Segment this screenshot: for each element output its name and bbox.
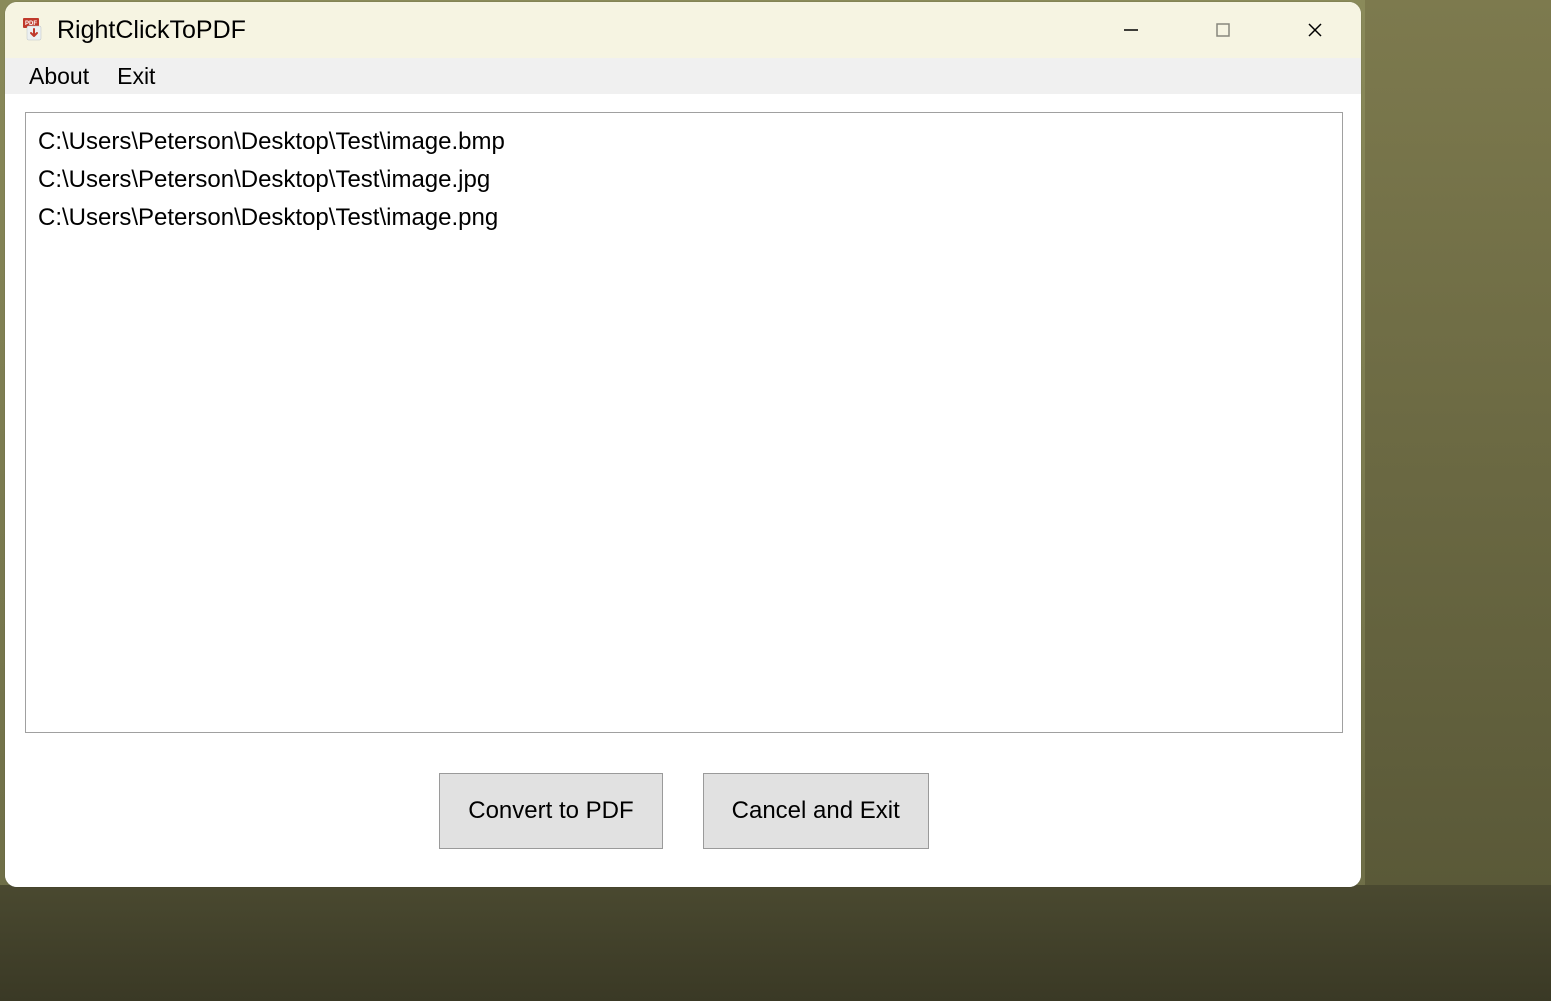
menu-about[interactable]: About: [15, 61, 103, 92]
titlebar[interactable]: PDF RightClickToPDF: [5, 2, 1361, 58]
maximize-icon: [1214, 21, 1232, 39]
close-button[interactable]: [1269, 2, 1361, 58]
file-list[interactable]: C:\Users\Peterson\Desktop\Test\image.bmp…: [25, 112, 1343, 733]
pdf-app-icon: PDF: [21, 17, 47, 43]
convert-button[interactable]: Convert to PDF: [439, 773, 662, 849]
window-controls: [1085, 2, 1361, 58]
file-item[interactable]: C:\Users\Peterson\Desktop\Test\image.png: [38, 199, 1330, 237]
button-row: Convert to PDF Cancel and Exit: [25, 733, 1343, 869]
file-item[interactable]: C:\Users\Peterson\Desktop\Test\image.jpg: [38, 161, 1330, 199]
menubar: About Exit: [5, 58, 1361, 94]
taskbar-strip: [0, 885, 1551, 1001]
window-title: RightClickToPDF: [57, 16, 246, 45]
maximize-button[interactable]: [1177, 2, 1269, 58]
menu-exit[interactable]: Exit: [103, 61, 169, 92]
minimize-icon: [1122, 21, 1140, 39]
cancel-button[interactable]: Cancel and Exit: [703, 773, 929, 849]
file-item[interactable]: C:\Users\Peterson\Desktop\Test\image.bmp: [38, 123, 1330, 161]
main-content: C:\Users\Peterson\Desktop\Test\image.bmp…: [5, 94, 1361, 887]
app-window: PDF RightClickToPDF: [5, 2, 1361, 887]
close-icon: [1306, 21, 1324, 39]
minimize-button[interactable]: [1085, 2, 1177, 58]
desktop-background-strip: [1365, 0, 1551, 885]
